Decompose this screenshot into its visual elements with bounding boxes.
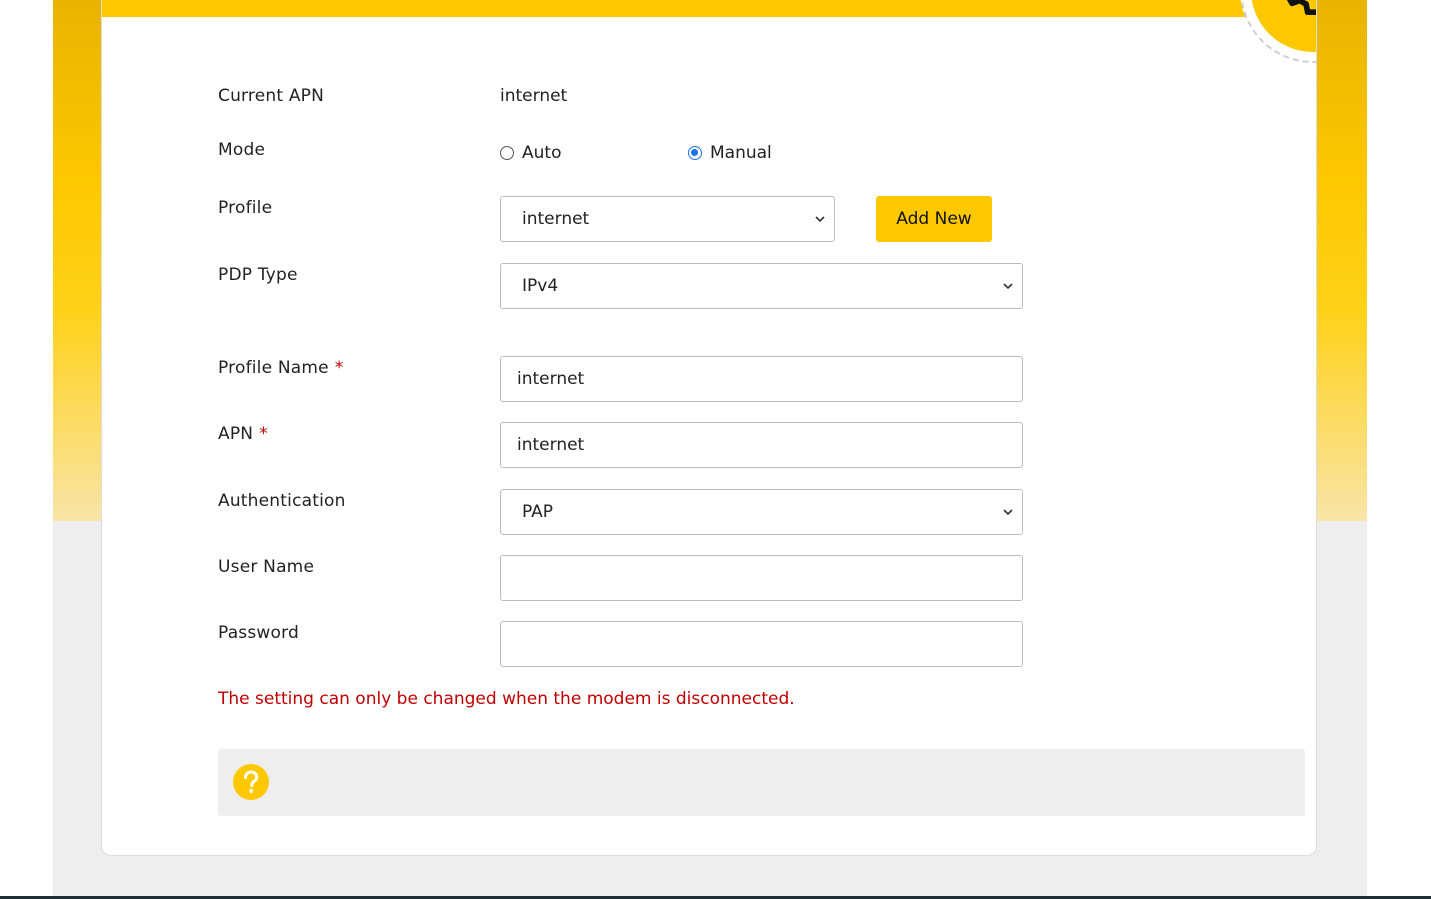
password-label: Password <box>218 623 300 643</box>
required-mark: * <box>334 358 344 378</box>
pdp-type-select[interactable]: IPv4 <box>500 263 1023 309</box>
mode-auto-label: Auto <box>522 143 562 163</box>
apn-label: APN * <box>218 424 268 444</box>
profile-select[interactable]: internet <box>500 196 835 242</box>
chevron-down-icon <box>1003 509 1013 516</box>
password-input[interactable] <box>500 621 1023 667</box>
mode-label: Mode <box>218 140 266 160</box>
profile-select-value: internet <box>522 209 590 229</box>
add-new-button[interactable]: Add New <box>876 196 992 242</box>
pdp-type-value: IPv4 <box>522 276 559 296</box>
authentication-select[interactable]: PAP <box>500 489 1023 535</box>
profile-name-value: internet <box>517 369 585 389</box>
username-label: User Name <box>218 557 315 577</box>
pdp-type-label: PDP Type <box>218 265 298 285</box>
help-panel <box>218 749 1305 816</box>
required-mark: * <box>259 424 268 444</box>
mode-auto-radio[interactable]: Auto <box>500 143 561 163</box>
radio-indicator[interactable] <box>500 146 514 160</box>
authentication-value: PAP <box>522 502 554 522</box>
username-input[interactable] <box>500 555 1023 601</box>
profile-name-label: Profile Name * <box>218 358 344 378</box>
disconnect-warning: The setting can only be changed when the… <box>218 689 795 709</box>
chevron-down-icon <box>1003 283 1013 290</box>
card-header <box>102 0 1316 17</box>
apn-input[interactable]: internet <box>500 422 1023 468</box>
current-apn-value: internet <box>500 86 568 106</box>
apn-label-text: APN <box>218 424 254 444</box>
profile-name-label-text: Profile Name <box>218 358 329 378</box>
chevron-down-icon <box>815 216 825 223</box>
profile-name-input[interactable]: internet <box>500 356 1023 402</box>
profile-label: Profile <box>218 198 273 218</box>
question-icon[interactable] <box>232 763 270 801</box>
gear-icon <box>1286 0 1316 16</box>
mode-manual-radio[interactable]: Manual <box>688 143 772 163</box>
apn-input-value: internet <box>517 435 585 455</box>
radio-indicator-checked[interactable] <box>688 146 702 160</box>
current-apn-label: Current APN <box>218 86 325 106</box>
mode-manual-label: Manual <box>710 143 772 163</box>
authentication-label: Authentication <box>218 491 346 511</box>
